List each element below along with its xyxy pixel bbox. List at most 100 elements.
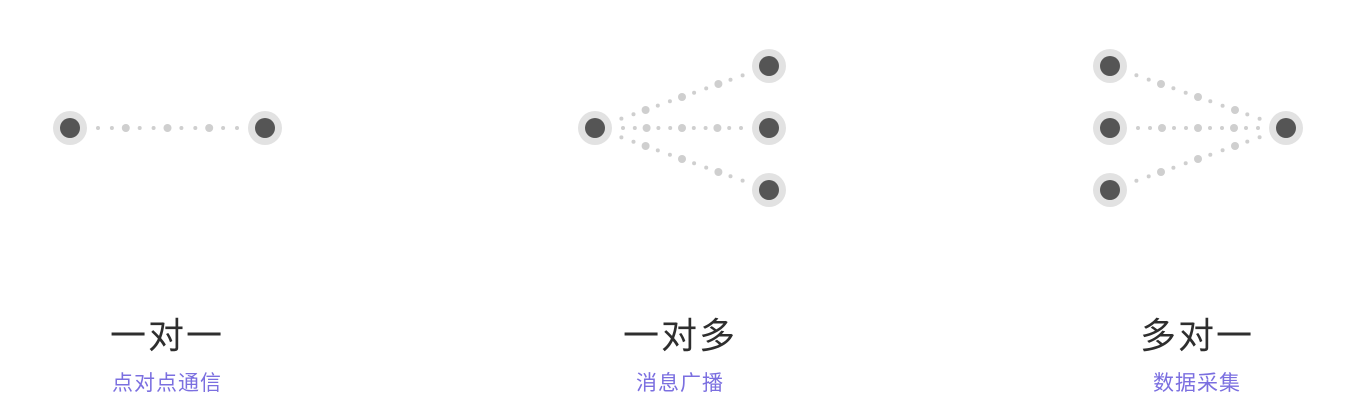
link-dot — [1184, 126, 1188, 130]
dotted-link-icon — [1136, 124, 1260, 132]
link-dot — [713, 124, 722, 132]
link-dot — [1157, 80, 1165, 88]
source-node-2-2 — [1093, 173, 1127, 207]
pattern-subtitle: 点对点通信 — [112, 371, 222, 395]
link-dot — [1208, 126, 1212, 130]
source-node-2-0 — [1093, 49, 1127, 83]
link-dot — [1146, 77, 1151, 82]
link-dot — [1148, 126, 1152, 130]
pattern-one-to-many-caption: 一对多 消息广播 — [530, 312, 830, 398]
link-dot — [163, 124, 172, 132]
pattern-title: 一对多 — [622, 316, 737, 357]
link-dot — [151, 126, 156, 130]
link-dot — [1157, 168, 1165, 176]
link-dot — [1194, 155, 1202, 163]
link-dot — [1171, 165, 1176, 170]
link-dot — [1231, 142, 1239, 150]
circle-node-icon — [759, 56, 779, 76]
link-dot — [1244, 126, 1248, 130]
target-node-2-0 — [1269, 111, 1303, 145]
link-dot — [235, 126, 239, 130]
source-node-0-0 — [53, 111, 87, 145]
link-dot — [1158, 124, 1166, 132]
link-dot — [678, 124, 686, 132]
dotted-link-icon — [619, 135, 745, 183]
target-node-1-0 — [752, 49, 786, 83]
link-dot — [641, 106, 650, 114]
link-dot — [728, 77, 733, 82]
link-dot — [1194, 93, 1202, 101]
circle-node-icon — [1276, 118, 1296, 138]
link-dot — [656, 126, 661, 130]
link-dot — [678, 93, 686, 101]
circle-node-icon — [759, 180, 779, 200]
link-dot — [691, 126, 696, 130]
link-dot — [1245, 112, 1250, 117]
link-dot — [1146, 174, 1151, 179]
link-dot — [1194, 124, 1202, 132]
link-dot — [1257, 116, 1262, 121]
circle-node-icon — [1100, 56, 1120, 76]
link-dot — [727, 126, 732, 130]
link-dot — [221, 126, 226, 130]
link-dot — [1231, 106, 1239, 114]
link-dot — [109, 126, 114, 130]
link-dot — [137, 126, 142, 130]
link-dot — [632, 126, 637, 130]
link-dot — [1134, 178, 1139, 183]
pattern-title: 一对一 — [109, 316, 224, 357]
link-dot — [1220, 103, 1225, 108]
circle-node-icon — [255, 118, 275, 138]
link-dot — [619, 135, 624, 140]
link-dot — [740, 178, 745, 183]
link-dot — [1208, 152, 1213, 157]
pattern-subtitle: 数据采集 — [1153, 371, 1241, 395]
dotted-link-icon — [1134, 73, 1262, 121]
link-dot — [193, 126, 198, 130]
link-dot — [1220, 126, 1224, 130]
link-dot — [692, 161, 697, 166]
link-dot — [642, 124, 651, 132]
circle-node-icon — [60, 118, 80, 138]
link-dot — [668, 126, 673, 130]
link-dot — [179, 126, 184, 130]
circle-node-icon — [759, 118, 779, 138]
link-dot — [121, 124, 130, 132]
link-dot — [714, 80, 723, 88]
dotted-link-icon — [619, 73, 745, 121]
pattern-subtitle: 消息广播 — [636, 371, 724, 395]
source-node-1-0 — [578, 111, 612, 145]
link-dot — [631, 112, 636, 117]
link-dot — [655, 103, 660, 108]
link-dot — [703, 126, 708, 130]
link-dot — [1257, 135, 1262, 140]
link-dot — [621, 126, 625, 130]
link-dot — [714, 168, 723, 176]
target-node-0-0 — [248, 111, 282, 145]
circle-node-icon — [1100, 118, 1120, 138]
target-node-1-2 — [752, 173, 786, 207]
source-node-2-1 — [1093, 111, 1127, 145]
link-dot — [1230, 124, 1238, 132]
circle-node-icon — [1100, 180, 1120, 200]
link-dot — [678, 155, 686, 163]
pattern-many-to-one-caption: 多对一 数据采集 — [1047, 312, 1347, 398]
link-dot — [1256, 126, 1260, 130]
pattern-one-to-one-caption: 一对一 点对点通信 — [17, 312, 317, 398]
link-dot — [1136, 126, 1140, 130]
link-dot — [1171, 86, 1176, 91]
link-dot — [1134, 73, 1139, 78]
link-dot — [704, 165, 709, 170]
link-dot — [96, 126, 100, 130]
dotted-link-icon — [621, 124, 743, 132]
link-dot — [1183, 161, 1188, 166]
link-dot — [704, 86, 709, 91]
circle-node-icon — [585, 118, 605, 138]
link-dot — [1245, 139, 1250, 144]
link-dot — [205, 124, 214, 132]
link-dot — [1183, 90, 1188, 95]
pattern-title: 多对一 — [1139, 316, 1254, 357]
link-dot — [692, 90, 697, 95]
link-dot — [740, 73, 745, 78]
link-dot — [667, 152, 672, 157]
